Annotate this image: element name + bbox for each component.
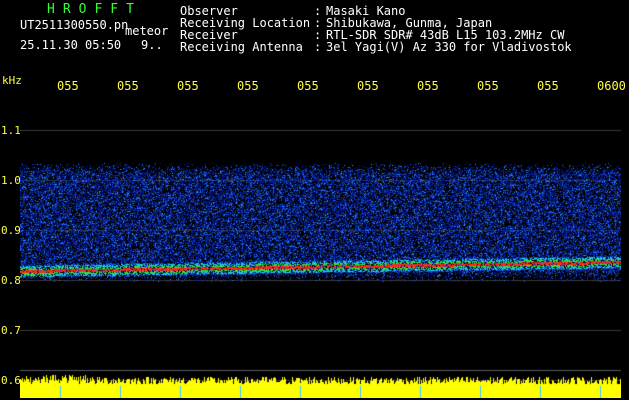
time-tick-label: 055 xyxy=(297,79,319,93)
time-tick-label: 055 xyxy=(177,79,199,93)
spectrogram xyxy=(20,100,621,398)
freq-tick-label: 0.6 xyxy=(1,374,21,387)
file-name: UT2511300550.pn xyxy=(20,18,129,32)
time-tick-label: 055 xyxy=(357,79,379,93)
freq-tick-label: 0.9 xyxy=(1,224,21,237)
info-colon: : xyxy=(314,40,322,54)
time-tick-label: 055 xyxy=(537,79,559,93)
detect-label: meteor xyxy=(125,24,169,38)
meteor-count: 9.. xyxy=(141,38,163,52)
info-value-antenna: 3el Yagi(V) Az 330 for Vladivostok xyxy=(326,40,572,54)
time-tick-label: 055 xyxy=(477,79,499,93)
freq-tick-label: 0.8 xyxy=(1,274,21,287)
freq-tick-label: 0.7 xyxy=(1,324,21,337)
time-tick-label: 055 xyxy=(417,79,439,93)
datetime: 25.11.30 05:50 xyxy=(20,38,122,52)
khz-unit-label: kHz xyxy=(2,74,22,87)
info-label-antenna: Receiving Antenna xyxy=(180,40,303,54)
freq-tick-label: 1.1 xyxy=(1,124,21,137)
time-tick-label: 055 xyxy=(57,79,79,93)
time-tick-label: 055 xyxy=(117,79,139,93)
time-tick-label: 0600 xyxy=(597,79,626,93)
freq-tick-label: 1.0 xyxy=(1,174,21,187)
time-tick-label: 055 xyxy=(237,79,259,93)
app-title: HROFFT xyxy=(47,2,142,17)
